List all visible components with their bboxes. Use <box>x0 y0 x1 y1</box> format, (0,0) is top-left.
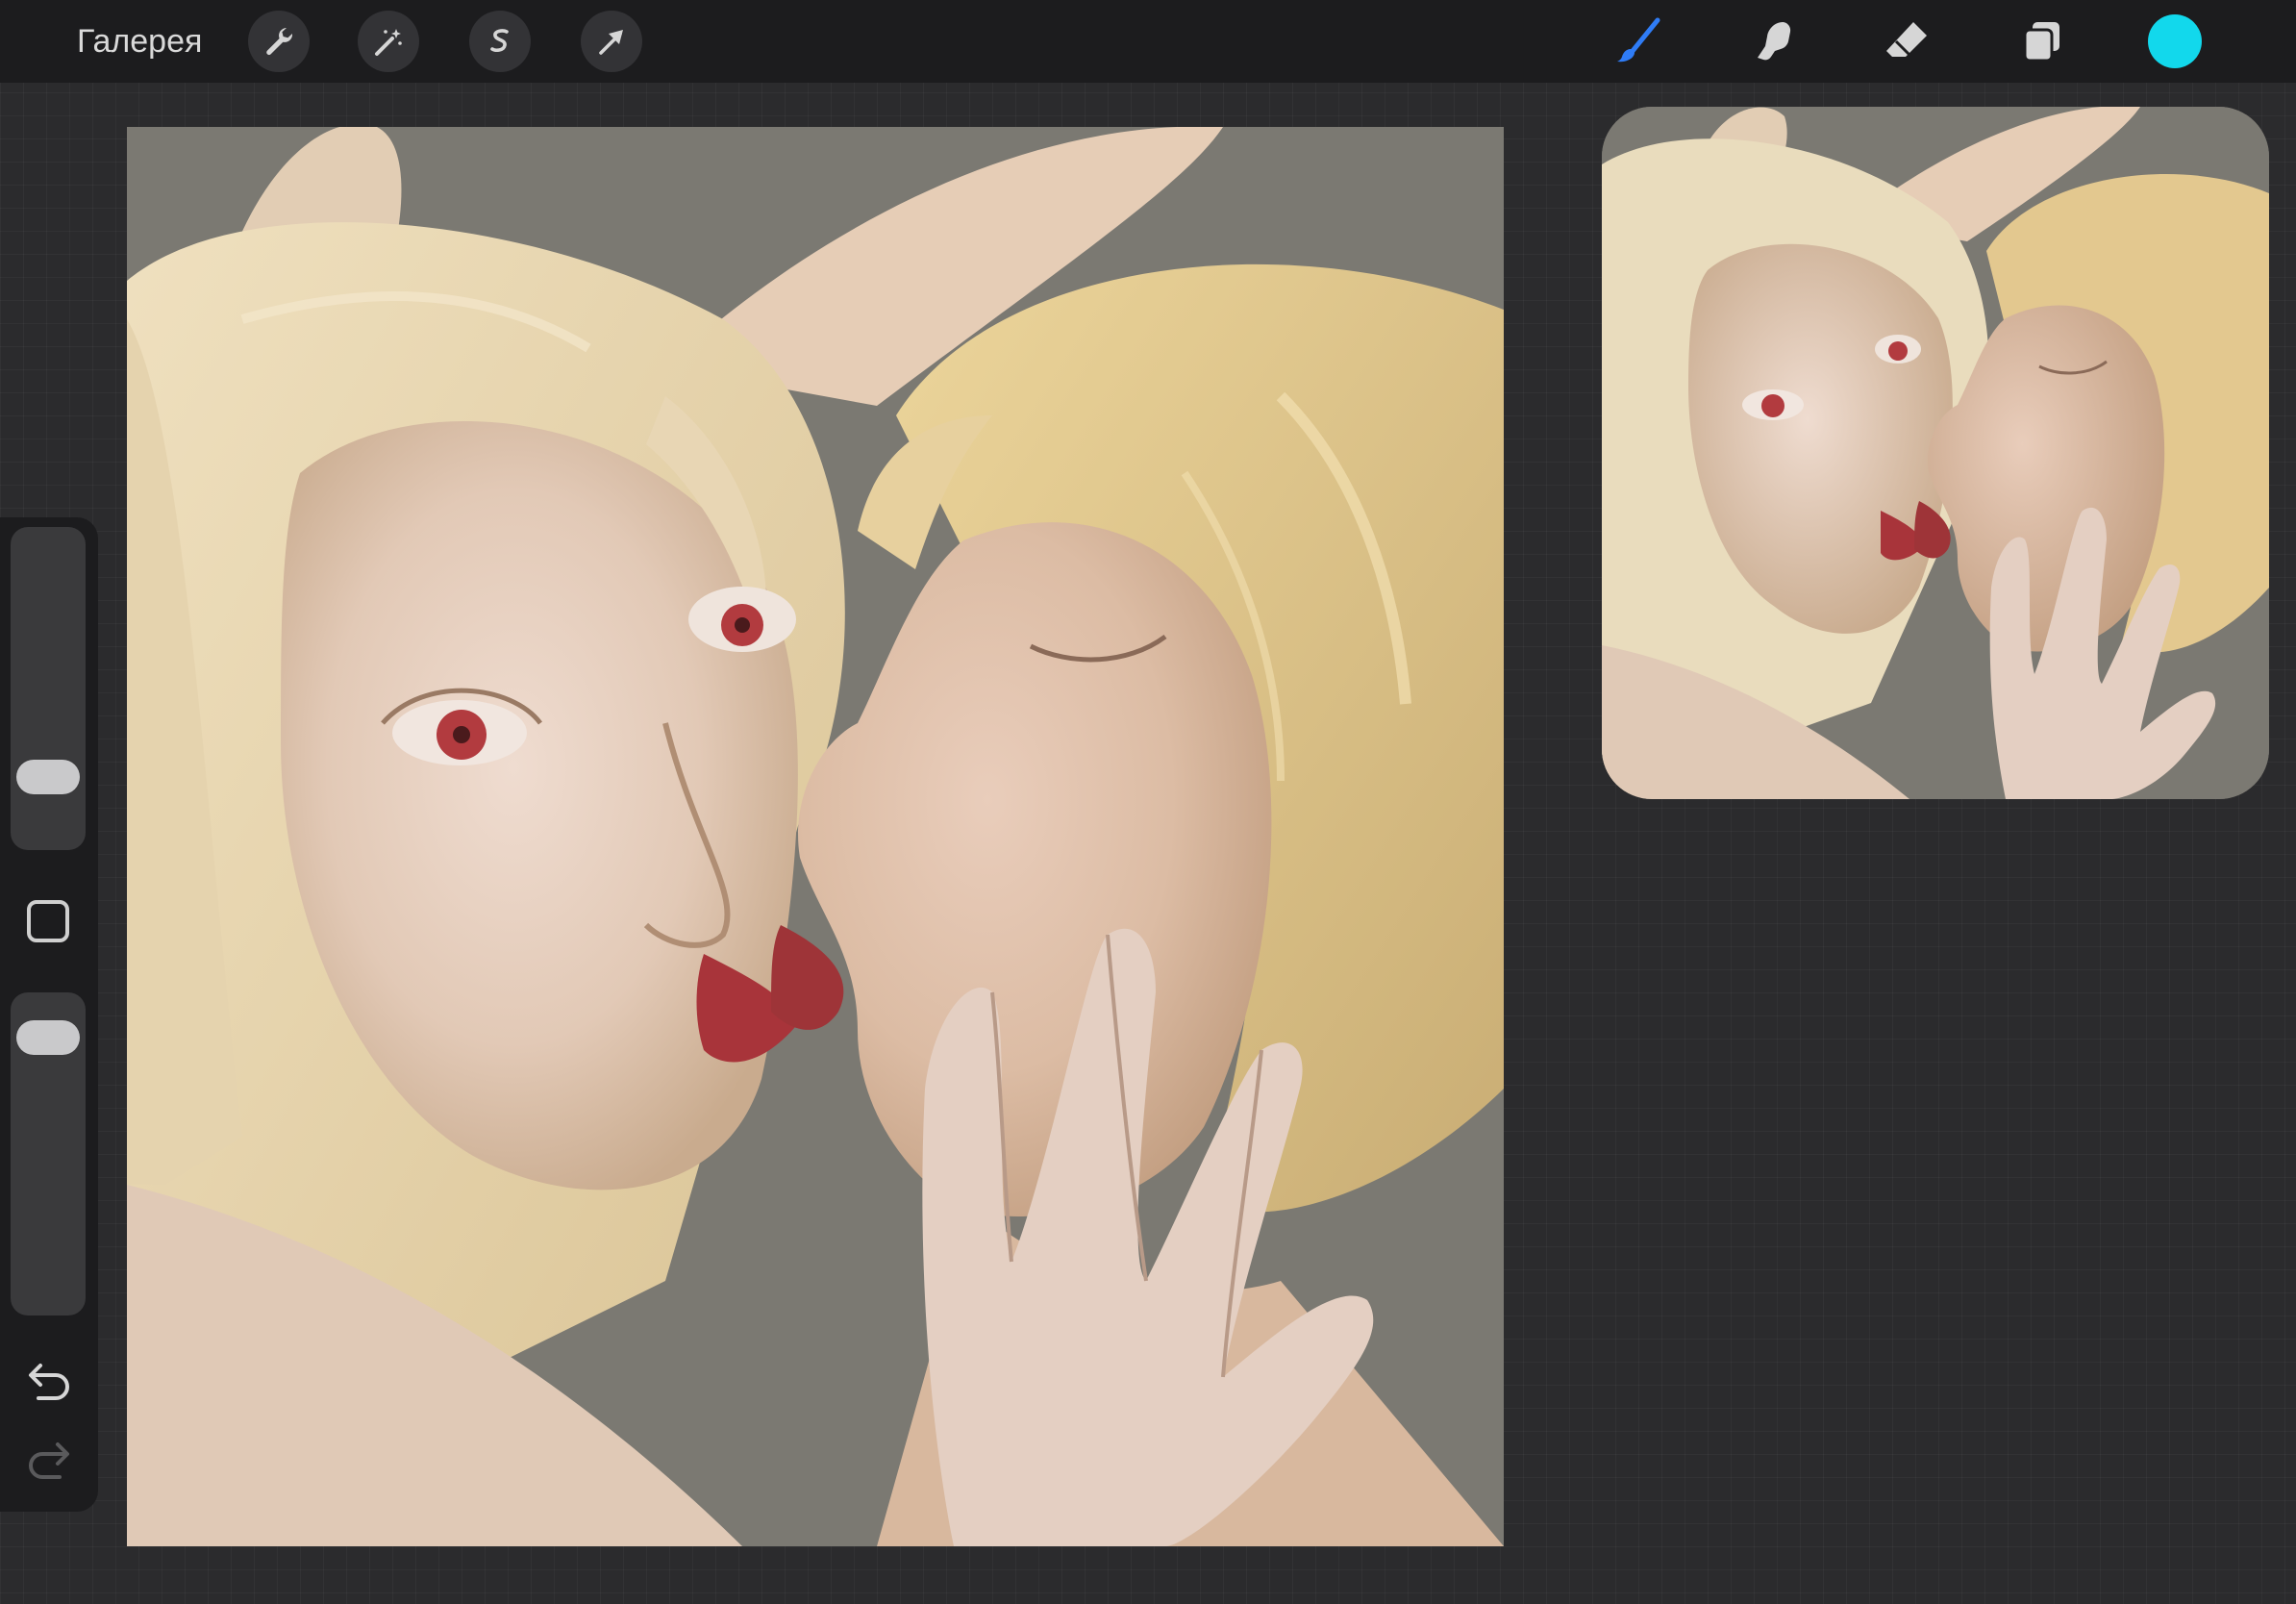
eraser-tool-button[interactable] <box>1879 13 1936 70</box>
undo-arrow-icon[interactable] <box>21 1358 77 1406</box>
opacity-slider[interactable] <box>11 992 86 1316</box>
brush-tool-button[interactable] <box>1610 13 1667 70</box>
layers-tool-button[interactable] <box>2013 13 2071 70</box>
reference-artwork <box>1602 107 2269 799</box>
artwork-painting <box>127 127 1504 1546</box>
brush-size-slider[interactable] <box>11 527 86 850</box>
brush-icon <box>1617 17 1660 63</box>
color-picker-button[interactable] <box>2148 14 2202 68</box>
selection-button[interactable] <box>469 11 531 72</box>
procreate-app: Галерея <box>0 0 2296 1604</box>
redo-arrow-icon[interactable] <box>21 1437 77 1485</box>
drawing-canvas[interactable] <box>127 127 1504 1546</box>
actions-button[interactable] <box>248 11 310 72</box>
top-toolbar: Галерея <box>0 0 2296 83</box>
eraser-icon <box>1886 22 1927 57</box>
transform-button[interactable] <box>581 11 642 72</box>
reference-window[interactable] <box>1602 107 2269 799</box>
smudge-finger-icon <box>1758 22 1791 61</box>
smudge-tool-button[interactable] <box>1744 13 1802 70</box>
left-sidebar <box>0 517 98 1512</box>
opacity-thumb[interactable] <box>16 1020 80 1056</box>
wrench-icon <box>266 28 293 56</box>
arrow-cursor-icon <box>599 30 623 55</box>
selection-s-icon <box>490 29 509 52</box>
gallery-button[interactable]: Галерея <box>77 21 202 62</box>
adjustments-button[interactable] <box>358 11 419 72</box>
layers-icon <box>2023 22 2059 63</box>
brush-size-thumb[interactable] <box>16 760 80 795</box>
modify-button[interactable] <box>27 900 69 942</box>
magic-wand-icon <box>375 29 402 56</box>
